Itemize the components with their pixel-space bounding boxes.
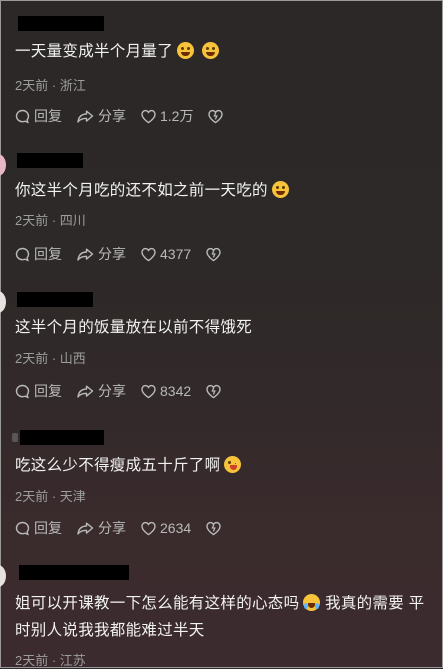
comment-meta: 2天前 · 山西 [15,351,86,366]
share-arrow-icon [77,385,94,398]
share-arrow-icon [77,110,94,123]
reply-label: 回复 [34,520,62,536]
comment-meta: 2天前 · 天津 [15,489,86,504]
reply-button[interactable]: 回复 [14,244,62,264]
comment-text-line2: 时别人说我我都能难过半天 [15,622,205,639]
comment-actions: 回复 分享 8342 [14,382,239,400]
comment-bubble-icon [15,521,30,535]
comment-meta: 2天前 · 浙江 [15,78,86,93]
like-button[interactable]: 2634 [140,520,191,537]
avatar[interactable] [0,154,6,176]
reply-button[interactable]: 回复 [14,381,62,401]
reply-label: 回复 [34,108,62,124]
dislike-button[interactable] [205,246,225,263]
like-button[interactable]: 1.2万 [140,106,193,126]
heart-icon [141,521,156,535]
avatar[interactable] [0,291,6,313]
share-button[interactable]: 分享 [76,518,126,538]
broken-heart-icon [206,384,221,398]
comment-text: 吃这么少不得瘦成五十斤了啊 [15,455,242,477]
like-count: 1.2万 [160,108,194,124]
comment-actions: 回复 分享 2634 [14,519,239,537]
share-label: 分享 [98,520,126,536]
share-button[interactable]: 分享 [76,106,126,126]
emoji-icon [224,456,242,473]
like-count: 4377 [160,246,192,262]
comment-meta: 2天前 · 四川 [15,213,86,228]
share-button[interactable]: 分享 [76,381,126,401]
broken-heart-icon [206,247,221,261]
reply-label: 回复 [34,246,62,262]
share-label: 分享 [98,108,126,124]
username-redacted[interactable] [12,430,104,445]
share-label: 分享 [98,383,126,399]
comment-bubble-icon [15,109,30,123]
heart-icon [141,384,156,398]
like-count: 8342 [160,383,192,399]
username-redacted[interactable] [17,153,83,168]
reply-label: 回复 [34,383,62,399]
emoji-icon [303,594,321,611]
emoji-icon [271,181,289,198]
comment-meta: 2天前 · 江苏 [15,653,86,668]
avatar[interactable] [0,565,6,587]
comment-bubble-icon [15,384,30,398]
username-redacted[interactable] [19,565,129,580]
comment-text: 你这半个月吃的还不如之前一天吃的 [15,180,289,202]
heart-icon [141,247,156,261]
share-arrow-icon [77,522,94,535]
username-redacted[interactable] [18,16,104,31]
username-redacted[interactable] [17,292,93,307]
like-button[interactable]: 4377 [140,246,191,263]
broken-heart-icon [206,521,221,535]
comment-text: 一天量变成半个月量了 [15,41,220,63]
share-button[interactable]: 分享 [76,244,126,264]
heart-icon [141,109,156,123]
like-count: 2634 [160,520,192,536]
comment-text: 姐可以开课教一下怎么能有这样的心态吗 我真的需要 平 [15,594,425,612]
dislike-button[interactable] [207,108,227,125]
dislike-button[interactable] [205,383,225,400]
share-label: 分享 [98,246,126,262]
broken-heart-icon [208,109,224,123]
like-button[interactable]: 8342 [140,383,191,400]
comment-actions: 回复 分享 4377 [14,245,239,263]
emoji-icon [202,42,220,59]
dislike-button[interactable] [205,520,225,537]
reply-button[interactable]: 回复 [14,106,62,126]
comment-text: 这半个月的饭量放在以前不得饿死 [15,319,253,336]
share-arrow-icon [77,248,94,261]
emoji-icon [177,42,195,59]
comment-actions: 回复 分享 1.2万 [14,107,241,125]
reply-button[interactable]: 回复 [14,518,62,538]
comment-bubble-icon [15,247,30,261]
